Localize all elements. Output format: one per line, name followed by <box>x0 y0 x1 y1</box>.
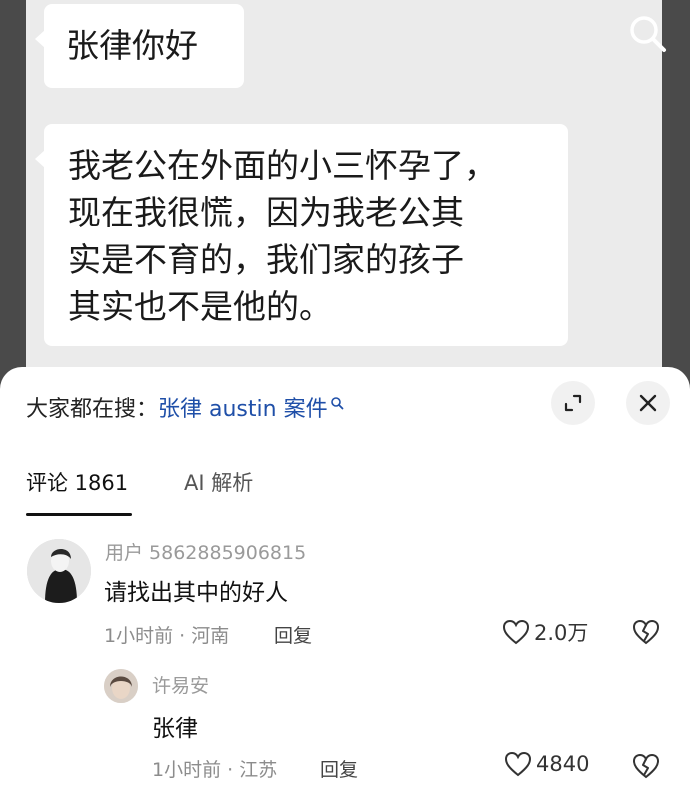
dislike-button[interactable] <box>632 753 660 783</box>
close-icon <box>639 394 657 412</box>
comment-tabs: 评论 1861 AI 解析 <box>26 467 666 519</box>
comment-text: 请找出其中的好人 <box>104 580 288 606</box>
expand-icon <box>564 394 582 412</box>
avatar[interactable] <box>27 539 91 603</box>
message-line: 我老公在外面的小三怀孕了， <box>68 146 497 185</box>
search-button[interactable] <box>626 12 670 56</box>
greeting-text: 张律你好 <box>66 26 198 65</box>
expand-button[interactable] <box>551 381 595 425</box>
reply-button[interactable]: 回复 <box>320 755 358 782</box>
comment-meta: 1小时前 · 江苏 <box>152 759 278 781</box>
trending-search-link[interactable]: 张律 austin 案件 <box>158 397 344 422</box>
reply-button[interactable]: 回复 <box>274 621 312 648</box>
broken-heart-icon <box>632 619 660 645</box>
active-tab-indicator <box>26 513 132 516</box>
comment-meta: 1小时前 · 河南 <box>104 625 230 647</box>
avatar-image <box>104 669 138 703</box>
comment-username[interactable]: 许易安 <box>152 671 209 698</box>
like-button[interactable]: 4840 <box>504 751 589 777</box>
broken-heart-icon <box>632 753 660 779</box>
close-button[interactable] <box>626 381 670 425</box>
heart-icon <box>502 619 530 645</box>
message-line: 实是不育的，我们家的孩子 <box>68 240 464 279</box>
comments-sheet: 大家都在搜：张律 austin 案件 评论 1861 AI 解析 用户 5862… <box>0 367 690 785</box>
like-button[interactable]: 2.0万 <box>502 617 588 647</box>
heart-icon <box>504 751 532 777</box>
like-count: 2.0万 <box>534 621 589 645</box>
tab-ai-analysis[interactable]: AI 解析 <box>184 467 253 497</box>
trending-search-hint: 大家都在搜：张律 austin 案件 <box>26 391 344 423</box>
chat-panel: 张律你好 我老公在外面的小三怀孕了， 现在我很慌，因为我老公其 实是不育的，我们… <box>26 0 666 400</box>
chat-bubble-message: 我老公在外面的小三怀孕了， 现在我很慌，因为我老公其 实是不育的，我们家的孩子 … <box>35 124 568 346</box>
comment-text: 张律 <box>152 716 198 742</box>
small-search-icon <box>330 397 343 410</box>
trending-search-prefix: 大家都在搜： <box>26 397 159 422</box>
message-line: 其实也不是他的。 <box>68 287 332 326</box>
avatar-image <box>27 539 91 603</box>
comment-username[interactable]: 用户 5862885906815 <box>105 538 306 565</box>
chat-screenshot: 张律你好 我老公在外面的小三怀孕了， 现在我很慌，因为我老公其 实是不育的，我们… <box>0 0 690 400</box>
search-icon <box>630 16 666 52</box>
dislike-button[interactable] <box>632 619 660 649</box>
tab-comments[interactable]: 评论 1861 <box>26 467 128 497</box>
message-line: 现在我很慌，因为我老公其 <box>68 193 464 232</box>
avatar[interactable] <box>104 669 138 703</box>
chat-bubble-greeting: 张律你好 <box>35 4 244 88</box>
like-count: 4840 <box>536 752 590 776</box>
